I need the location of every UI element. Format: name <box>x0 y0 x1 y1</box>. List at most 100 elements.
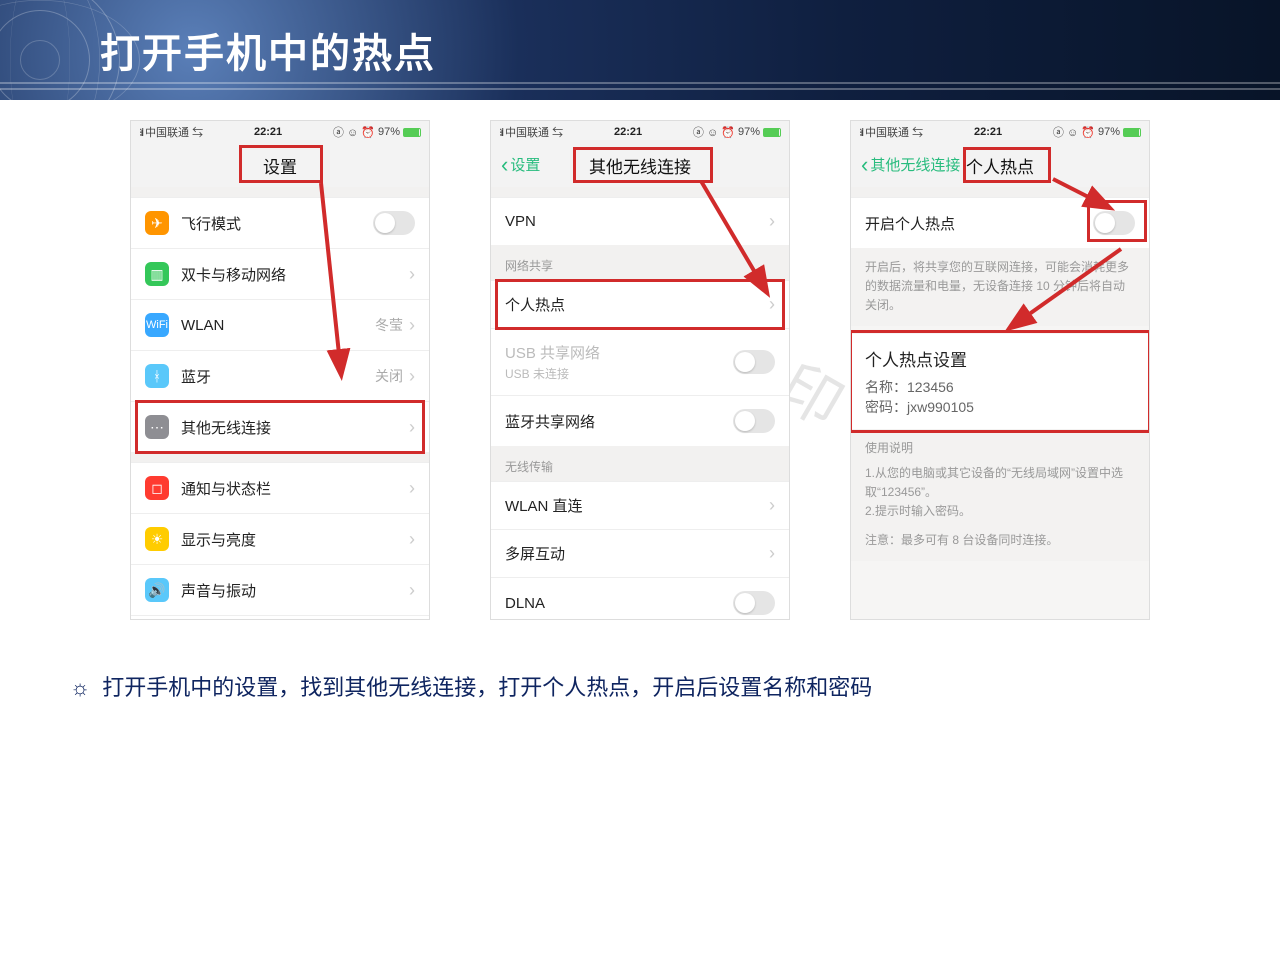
row-multiscreen[interactable]: 多屏互动 <box>491 529 789 577</box>
row-sound[interactable]: 🔊 声音与振动 <box>131 564 429 615</box>
carrier: ⁝ıl 中国联通 ⇆ <box>139 124 203 140</box>
nav-title: 其他无线连接 个人热点 <box>851 143 1149 187</box>
toggle-usb <box>733 350 775 374</box>
sim-icon: ▥ <box>145 262 169 286</box>
chevron-right-icon <box>409 478 415 499</box>
status-time: 22:21 <box>974 126 1002 138</box>
row-label: 蓝牙 <box>181 366 375 387</box>
settings-title: 个人热点设置 <box>865 346 1135 371</box>
hotspot-name: 名称：123456 <box>865 377 1135 397</box>
row-personal-hotspot[interactable]: 个人热点 <box>491 280 789 328</box>
carrier: ⁝ıl 中国联通 ⇆ <box>859 124 923 140</box>
back-button[interactable]: 设置 <box>501 152 540 178</box>
toggle-airplane[interactable] <box>373 211 415 235</box>
chevron-right-icon <box>409 417 415 438</box>
status-battery: ⓐ ☺ ⏰ 97% <box>1053 124 1141 140</box>
airplane-icon: ✈ <box>145 211 169 235</box>
toggle-dlna[interactable] <box>733 591 775 615</box>
row-label: 个人热点 <box>505 294 769 315</box>
chevron-right-icon <box>769 211 775 232</box>
footer-text: 打开手机中的设置，找到其他无线连接，打开个人热点，开启后设置名称和密码 <box>102 675 872 700</box>
status-battery: ⓐ ☺ ⏰ 97% <box>693 124 781 140</box>
section-network-share: 网络共享 <box>491 245 789 280</box>
row-other-wireless[interactable]: ⋯ 其他无线连接 <box>131 401 429 452</box>
row-label: 通知与状态栏 <box>181 478 409 499</box>
bluetooth-icon: ᚼ <box>145 364 169 388</box>
chevron-right-icon <box>769 495 775 516</box>
sound-icon: 🔊 <box>145 578 169 602</box>
row-usb-tether: USB 共享网络 USB 未连接 <box>491 328 789 395</box>
notification-icon: ◻ <box>145 476 169 500</box>
hotspot-note: 开启后，将共享您的互联网连接，可能会消耗更多的数据流量和电量，无设备连接 10 … <box>851 248 1149 326</box>
status-battery: ⓐ ☺ ⏰ 97% <box>333 124 421 140</box>
slide-header: 打开手机中的热点 <box>0 0 1280 100</box>
page-title: 设置 <box>263 153 297 178</box>
row-airplane-mode[interactable]: ✈ 飞行模式 <box>131 197 429 248</box>
chevron-right-icon <box>769 294 775 315</box>
row-label: 双卡与移动网络 <box>181 264 409 285</box>
toggle-hotspot[interactable] <box>1093 211 1135 235</box>
row-wlan-direct[interactable]: WLAN 直连 <box>491 481 789 529</box>
sun-icon: ☼ <box>70 675 90 700</box>
row-bluetooth[interactable]: ᚼ 蓝牙 关闭 <box>131 350 429 401</box>
status-bar: ⁝ıl 中国联通 ⇆ 22:21 ⓐ ☺ ⏰ 97% <box>491 121 789 143</box>
chevron-right-icon <box>769 543 775 564</box>
page-title: 其他无线连接 <box>589 153 691 178</box>
page-title: 个人热点 <box>966 153 1034 178</box>
row-value: 关闭 <box>375 366 403 386</box>
row-notification[interactable]: ◻ 通知与状态栏 <box>131 462 429 513</box>
slide-title: 打开手机中的热点 <box>100 21 436 79</box>
toggle-bt[interactable] <box>733 409 775 433</box>
row-vpn[interactable]: VPN <box>491 197 789 245</box>
chevron-right-icon <box>409 580 415 601</box>
row-label: WLAN 直连 <box>505 495 769 516</box>
section-wireless-transfer: 无线传输 <box>491 446 789 481</box>
screenshot-other-wireless: ⁝ıl 中国联通 ⇆ 22:21 ⓐ ☺ ⏰ 97% 设置 其他无线连接 VPN… <box>490 120 790 620</box>
row-label: 开启个人热点 <box>865 213 1093 234</box>
usage-step-1: 1.从您的电脑或其它设备的“无线局域网”设置中选取“123456”。 <box>865 464 1135 502</box>
footer-caption: ☼ 打开手机中的设置，找到其他无线连接，打开个人热点，开启后设置名称和密码 <box>0 670 1280 702</box>
row-label: DLNA <box>505 595 733 612</box>
row-label: 其他无线连接 <box>181 417 409 438</box>
status-bar: ⁝ıl 中国联通 ⇆ 22:21 ⓐ ☺ ⏰ 97% <box>131 121 429 143</box>
wifi-icon: WiFi <box>145 313 169 337</box>
usage-note: 注意：最多可有 8 台设备同时连接。 <box>865 531 1135 550</box>
row-label: 声音与振动 <box>181 580 409 601</box>
status-time: 22:21 <box>254 126 282 138</box>
row-label: 蓝牙共享网络 <box>505 411 733 432</box>
row-dual-sim[interactable]: ▥ 双卡与移动网络 <box>131 248 429 299</box>
chevron-right-icon <box>409 366 415 387</box>
chevron-right-icon <box>409 264 415 285</box>
row-sublabel: USB 未连接 <box>505 365 733 382</box>
row-label: 多屏互动 <box>505 543 769 564</box>
screenshot-hotspot: ⁝ıl 中国联通 ⇆ 22:21 ⓐ ☺ ⏰ 97% 其他无线连接 个人热点 开… <box>850 120 1150 620</box>
nav-title: 设置 <box>131 143 429 187</box>
status-time: 22:21 <box>614 126 642 138</box>
nav-title: 设置 其他无线连接 <box>491 143 789 187</box>
row-label: VPN <box>505 213 769 230</box>
status-bar: ⁝ıl 中国联通 ⇆ 22:21 ⓐ ☺ ⏰ 97% <box>851 121 1149 143</box>
row-display[interactable]: ☀ 显示与亮度 <box>131 513 429 564</box>
hotspot-password: 密码：jxw990105 <box>865 397 1135 417</box>
row-wlan[interactable]: WiFi WLAN 冬莹 <box>131 299 429 350</box>
row-bt-tether[interactable]: 蓝牙共享网络 <box>491 395 789 446</box>
content-row: ⁝ıl 中国联通 ⇆ 22:21 ⓐ ☺ ⏰ 97% 设置 ✈ 飞行模式 ▥ 双… <box>0 100 1280 630</box>
usage-title: 使用说明 <box>865 439 1135 458</box>
brightness-icon: ☀ <box>145 527 169 551</box>
chevron-right-icon <box>409 315 415 336</box>
row-label: USB 共享网络 <box>505 342 733 363</box>
row-label: 飞行模式 <box>181 213 373 234</box>
row-dlna[interactable]: DLNA <box>491 577 789 620</box>
usage-block: 使用说明 1.从您的电脑或其它设备的“无线局域网”设置中选取“123456”。 … <box>851 429 1149 561</box>
usage-step-2: 2.提示时输入密码。 <box>865 502 1135 521</box>
back-button[interactable]: 其他无线连接 <box>861 152 960 178</box>
screenshot-settings: ⁝ıl 中国联通 ⇆ 22:21 ⓐ ☺ ⏰ 97% 设置 ✈ 飞行模式 ▥ 双… <box>130 120 430 620</box>
more-icon: ⋯ <box>145 415 169 439</box>
hotspot-settings-card[interactable]: 个人热点设置 名称：123456 密码：jxw990105 <box>851 334 1149 429</box>
row-label: WLAN <box>181 317 375 334</box>
row-enable-hotspot[interactable]: 开启个人热点 <box>851 197 1149 248</box>
chevron-right-icon <box>409 529 415 550</box>
row-dnd[interactable]: ☾ 免打扰 <box>131 615 429 620</box>
row-label: 显示与亮度 <box>181 529 409 550</box>
carrier: ⁝ıl 中国联通 ⇆ <box>499 124 563 140</box>
